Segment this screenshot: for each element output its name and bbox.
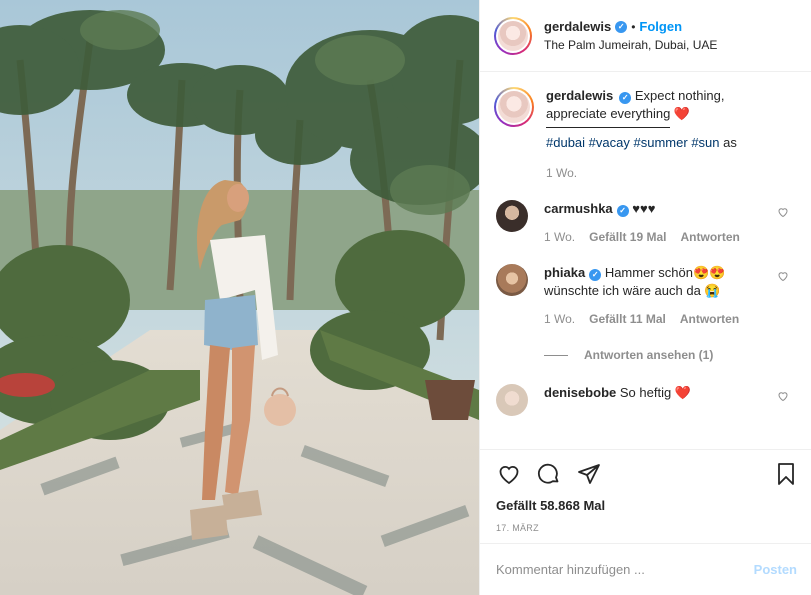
post-caption: gerdalewis ✓ Expect nothing, appreciate e…: [494, 87, 795, 182]
post-side-panel: gerdalewis ✓ • Folgen The Palm Jumeirah,…: [479, 0, 811, 595]
heart-icon: [499, 466, 519, 485]
caption-avatar[interactable]: [494, 87, 534, 127]
post-header: gerdalewis ✓ • Folgen The Palm Jumeirah,…: [480, 0, 811, 72]
comment-likes[interactable]: Gefällt 19 Mal: [589, 228, 666, 246]
comment-time[interactable]: 1 Wo.: [544, 228, 575, 246]
author-username[interactable]: gerdalewis: [544, 18, 611, 36]
heart-icon[interactable]: [777, 206, 789, 218]
add-comment-form: Posten: [480, 543, 811, 595]
hashtag-link[interactable]: #dubai: [546, 135, 585, 150]
post-actions: Gefällt 58.868 Mal 17. MÄRZ: [480, 449, 811, 533]
likes-count[interactable]: Gefällt 58.868 Mal: [480, 498, 811, 513]
comment-icon: [537, 463, 559, 484]
post-date[interactable]: 17. MÄRZ: [480, 523, 811, 533]
comments-list[interactable]: gerdalewis ✓ Expect nothing, appreciate e…: [480, 73, 811, 449]
instagram-post: gerdalewis ✓ • Folgen The Palm Jumeirah,…: [0, 0, 811, 595]
reply-button[interactable]: Antworten: [680, 310, 739, 328]
hashtag-link[interactable]: #summer: [634, 135, 688, 150]
caption-username[interactable]: gerdalewis: [546, 88, 613, 103]
location-link[interactable]: The Palm Jumeirah, Dubai, UAE: [544, 36, 717, 54]
view-replies-button[interactable]: Antworten ansehen (1): [544, 348, 795, 362]
commenter-username[interactable]: phiaka: [544, 265, 585, 280]
commenter-avatar[interactable]: [496, 200, 528, 232]
bookmark-icon: [778, 463, 794, 485]
verified-icon: ✓: [615, 20, 628, 33]
commenter-username[interactable]: denisebobe: [544, 385, 616, 400]
post-photo-illustration: [0, 0, 479, 595]
commenter-avatar[interactable]: [496, 264, 528, 296]
post-comment-button[interactable]: Posten: [754, 562, 797, 577]
comment-input[interactable]: [496, 562, 754, 577]
comment-item: phiaka ✓ Hammer schön😍😍 wünschte ich wäre…: [494, 264, 795, 328]
hashtag-link[interactable]: #sun: [691, 135, 719, 150]
caption-divider: [546, 127, 670, 128]
action-bar: [480, 450, 811, 498]
commenter-avatar[interactable]: [496, 384, 528, 416]
comment-text: ♥♥♥: [632, 201, 656, 216]
comment-likes[interactable]: Gefällt 11 Mal: [589, 310, 666, 328]
reply-button[interactable]: Antworten: [681, 228, 740, 246]
share-icon: [578, 464, 600, 484]
post-photo[interactable]: [0, 0, 479, 595]
share-button[interactable]: [574, 459, 604, 489]
heart-icon[interactable]: [777, 390, 789, 402]
heart-icon[interactable]: [777, 270, 789, 282]
commenter-username[interactable]: carmushka: [544, 201, 613, 216]
like-button[interactable]: [494, 459, 524, 489]
caption-trailing-text: as: [723, 135, 737, 150]
follow-button[interactable]: Folgen: [639, 18, 682, 36]
save-button[interactable]: [771, 459, 801, 489]
header-separator: •: [631, 19, 636, 34]
hashtag-link[interactable]: #vacay: [589, 135, 630, 150]
verified-icon: ✓: [616, 205, 629, 217]
comment-item: carmushka ✓ ♥♥♥ 1 Wo. Gefällt 19 Mal Antw…: [494, 200, 795, 246]
verified-icon: ✓: [619, 92, 632, 104]
comment-text: So heftig ❤️: [619, 385, 691, 400]
verified-icon: ✓: [589, 269, 602, 281]
comment-item: denisebobe So heftig ❤️: [494, 384, 795, 416]
comment-button[interactable]: [534, 459, 564, 489]
author-avatar[interactable]: [494, 16, 532, 55]
comment-time[interactable]: 1 Wo.: [544, 310, 575, 328]
caption-time[interactable]: 1 Wo.: [546, 164, 786, 182]
